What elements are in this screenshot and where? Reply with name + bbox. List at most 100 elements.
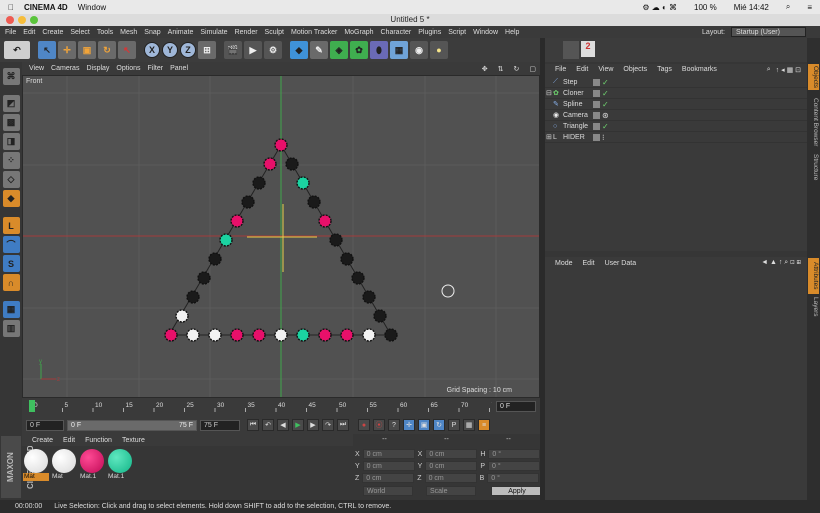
previous-frame-icon[interactable]: ◀ [277, 419, 289, 431]
menu-animate[interactable]: Animate [168, 29, 194, 36]
viewport-menu-options[interactable]: Options [116, 65, 140, 72]
visibility-toggle[interactable] [593, 100, 600, 108]
preview-range-slider[interactable]: 0 F 75 F [67, 419, 197, 431]
menu-create[interactable]: Create [42, 29, 63, 36]
tab-attributes[interactable]: Attributes [808, 258, 819, 294]
menu-plugins[interactable]: Plugins [418, 29, 441, 36]
objects-menu-view[interactable]: View [598, 66, 613, 73]
coordinate-system-icon[interactable]: ⊞ [198, 41, 216, 59]
object-row-triangle[interactable]: ○ Triangle ✓ [545, 121, 807, 132]
polygons-mode-icon[interactable]: ◆ [2, 190, 20, 207]
visibility-toggle[interactable] [593, 122, 600, 130]
menu-mograph[interactable]: MoGraph [344, 29, 373, 36]
render-view-icon[interactable]: 🎬 [224, 41, 242, 59]
object-row-camera[interactable]: ◉ Camera ⊛ [545, 110, 807, 121]
end-frame-field[interactable]: 75 F [200, 419, 240, 431]
x-axis-button[interactable]: X [144, 42, 160, 58]
search-icon[interactable]: ⌕ [786, 2, 790, 12]
pla-key-icon[interactable]: ▦ [463, 419, 475, 431]
enabled-check-icon[interactable]: ✓ [602, 100, 609, 109]
attributes-menu-edit[interactable]: Edit [583, 260, 595, 267]
objects-search-icon[interactable]: ⌕ [767, 66, 771, 74]
menu-icon[interactable]: ≡ [807, 3, 812, 12]
scale-icon[interactable]: ▣ [78, 41, 96, 59]
menu-render[interactable]: Render [235, 29, 258, 36]
pen-icon[interactable]: ✎ [310, 41, 328, 59]
material-menu-create[interactable]: Create [32, 437, 53, 444]
menu-select[interactable]: Select [70, 29, 89, 36]
position-x-field[interactable]: 0 cm [362, 449, 415, 459]
maximize-view-icon[interactable]: ▢ [529, 65, 536, 73]
attributes-nav-icons[interactable]: ◄ ▲ ↑ ⌕ ⊡ ⊞ [761, 259, 801, 267]
mac-window-menu[interactable]: Window [78, 3, 106, 12]
menu-window[interactable]: Window [473, 29, 498, 36]
apply-button[interactable]: Apply [491, 486, 543, 496]
enabled-check-icon[interactable]: ✓ [602, 78, 609, 87]
menu-snap[interactable]: Snap [144, 29, 160, 36]
size-x-field[interactable]: 0 cm [425, 449, 478, 459]
tweak-mode-icon[interactable]: ⌒ [2, 236, 20, 253]
expand-icon[interactable]: ⊟ [546, 89, 552, 97]
status-icons[interactable]: ⚙ ☁ ◐ ⌘ [642, 3, 677, 12]
menu-tools[interactable]: Tools [97, 29, 113, 36]
camera-icon[interactable]: ◉ [410, 41, 428, 59]
magnet-icon[interactable]: ∩ [2, 274, 20, 291]
close-window-button[interactable] [6, 16, 14, 24]
visibility-toggle[interactable] [593, 78, 600, 86]
menu-motion-tracker[interactable]: Motion Tracker [291, 29, 337, 36]
tab-content-browser[interactable]: Content Browser [808, 94, 819, 150]
layer-tag-icon[interactable]: ⁝ [602, 133, 605, 142]
go-to-start-icon[interactable]: ⏮ [247, 419, 259, 431]
deformer-icon[interactable]: ⬮ [370, 41, 388, 59]
scale-key-icon[interactable]: ▣ [418, 419, 430, 431]
objects-menu-tags[interactable]: Tags [657, 66, 672, 73]
viewport-menu-filter[interactable]: Filter [148, 65, 164, 72]
points-mode-icon[interactable]: ⁘ [2, 152, 20, 169]
tab-structure[interactable]: Structure [808, 152, 819, 182]
lock-workplane-icon[interactable]: ▦ [2, 301, 20, 318]
rotate-icon[interactable]: ↻ [98, 41, 116, 59]
autokey-icon[interactable]: ⦿ [373, 419, 385, 431]
menu-simulate[interactable]: Simulate [200, 29, 227, 36]
go-to-end-icon[interactable]: ⏭ [337, 419, 349, 431]
workplane-icon[interactable]: ◨ [2, 133, 20, 150]
tab-layers[interactable]: Layers [808, 296, 819, 318]
axis-mode-icon[interactable]: L [2, 217, 20, 234]
current-frame-field[interactable]: 0 F [496, 401, 536, 412]
position-z-field[interactable]: 0 cm [362, 473, 415, 483]
record-icon[interactable]: ● [358, 419, 370, 431]
live-selection-icon[interactable]: ↖ [38, 41, 56, 59]
visibility-toggle[interactable] [593, 89, 600, 97]
clock[interactable]: Mié 14:42 [734, 3, 769, 12]
minimize-window-button[interactable] [18, 16, 26, 24]
expand-icon[interactable]: ⊞ [546, 133, 552, 141]
layout-toggle-icon[interactable] [563, 41, 579, 59]
light-icon[interactable]: ● [430, 41, 448, 59]
rotation-h-field[interactable]: 0 ° [488, 449, 541, 459]
tab-objects[interactable]: Objects [808, 64, 819, 90]
camera-tag-icon[interactable]: ⊛ [602, 111, 609, 120]
move-view-icon[interactable]: ✥ [482, 65, 488, 73]
viewport-menu-view[interactable]: View [29, 65, 44, 72]
make-editable-icon[interactable]: ⌘ [2, 68, 20, 85]
undo-icon[interactable]: ↶ [4, 41, 30, 59]
visibility-toggle[interactable] [593, 133, 600, 141]
last-tool-icon[interactable]: ↖ [118, 41, 136, 59]
subdivision-icon[interactable]: ◈ [330, 41, 348, 59]
viewport-menu-panel[interactable]: Panel [170, 65, 188, 72]
scene-icon[interactable]: ▦ [390, 41, 408, 59]
viewport[interactable]: y z Front Grid Spacing : 10 cm [22, 75, 540, 398]
move-icon[interactable]: ✛ [58, 41, 76, 59]
material-item[interactable]: Mat.1 [107, 449, 133, 481]
viewport-menu-cameras[interactable]: Cameras [51, 65, 79, 72]
material-item[interactable]: Mat [51, 449, 77, 481]
material-menu-edit[interactable]: Edit [63, 437, 75, 444]
scale-select[interactable]: Scale [426, 486, 476, 496]
objects-menu-objects[interactable]: Objects [623, 66, 647, 73]
objects-nav-icons[interactable]: ↑ ◂ ▦ ⊡ [776, 66, 801, 74]
render-picture-viewer-icon[interactable]: ▶ [244, 41, 262, 59]
menu-sculpt[interactable]: Sculpt [265, 29, 284, 36]
rotation-key-icon[interactable]: ↻ [433, 419, 445, 431]
timeline-ruler[interactable]: 051015202530354045505560657075 [29, 400, 499, 412]
object-row-step[interactable]: ⟋ Step ✓ [545, 77, 807, 88]
